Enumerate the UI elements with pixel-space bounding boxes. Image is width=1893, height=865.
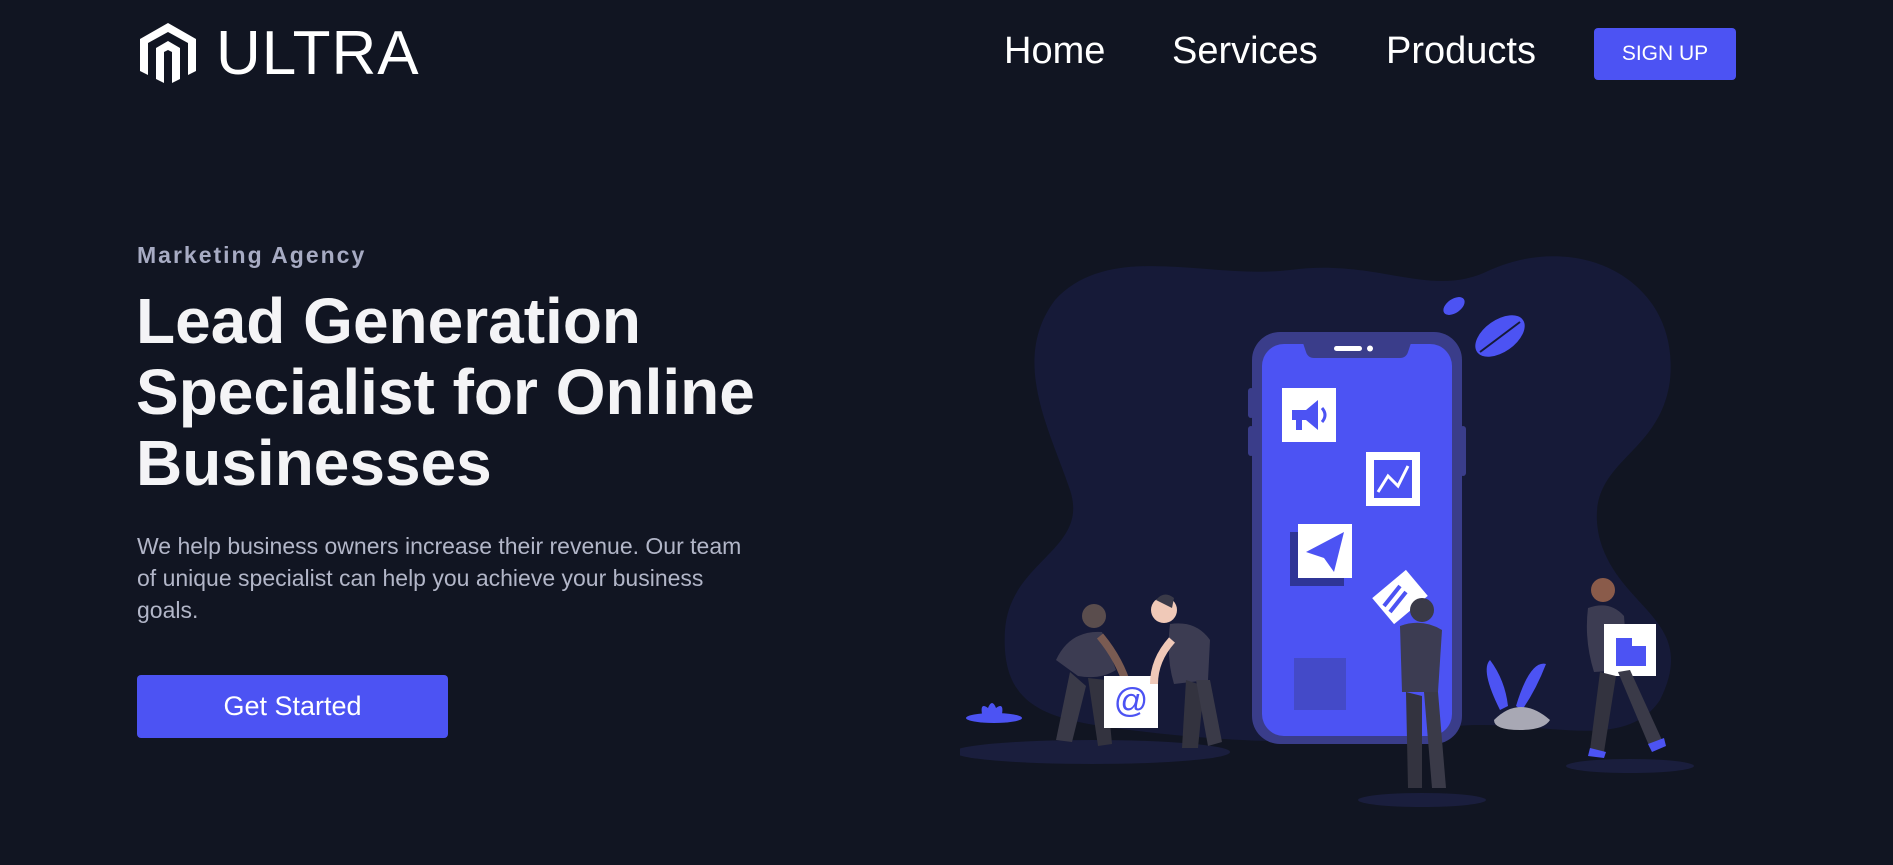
- navbar: ULTRA Home Services Products SIGN UP: [0, 0, 1893, 106]
- hero-description: We help business owners increase their r…: [137, 533, 742, 623]
- email-box: @: [1104, 676, 1158, 728]
- headline-line-3: Businesses: [136, 427, 492, 499]
- headline-line-2: Specialist for Online: [136, 356, 755, 428]
- nav-home-link[interactable]: Home: [1004, 32, 1105, 70]
- at-sign-glyph: @: [1114, 682, 1149, 720]
- get-started-button[interactable]: Get Started: [137, 675, 448, 738]
- hero-headline: Lead Generation Specialist for Online Bu…: [136, 286, 836, 499]
- signup-button[interactable]: SIGN UP: [1594, 28, 1736, 80]
- brand-logo[interactable]: ULTRA: [138, 20, 420, 88]
- megaphone-icon: [1282, 388, 1336, 442]
- nav-products-link[interactable]: Products: [1386, 32, 1536, 70]
- headline-line-1: Lead Generation: [136, 285, 641, 357]
- small-plant-left: [966, 703, 1022, 723]
- logo-icon: [138, 21, 198, 87]
- brand-name: ULTRA: [216, 19, 420, 88]
- nav-services-link[interactable]: Services: [1172, 32, 1318, 70]
- hero-eyebrow: Marketing Agency: [137, 242, 367, 268]
- hero-illustration: @: [954, 240, 1730, 820]
- paper-plane-icon: [1290, 524, 1352, 586]
- chart-icon: [1366, 452, 1420, 506]
